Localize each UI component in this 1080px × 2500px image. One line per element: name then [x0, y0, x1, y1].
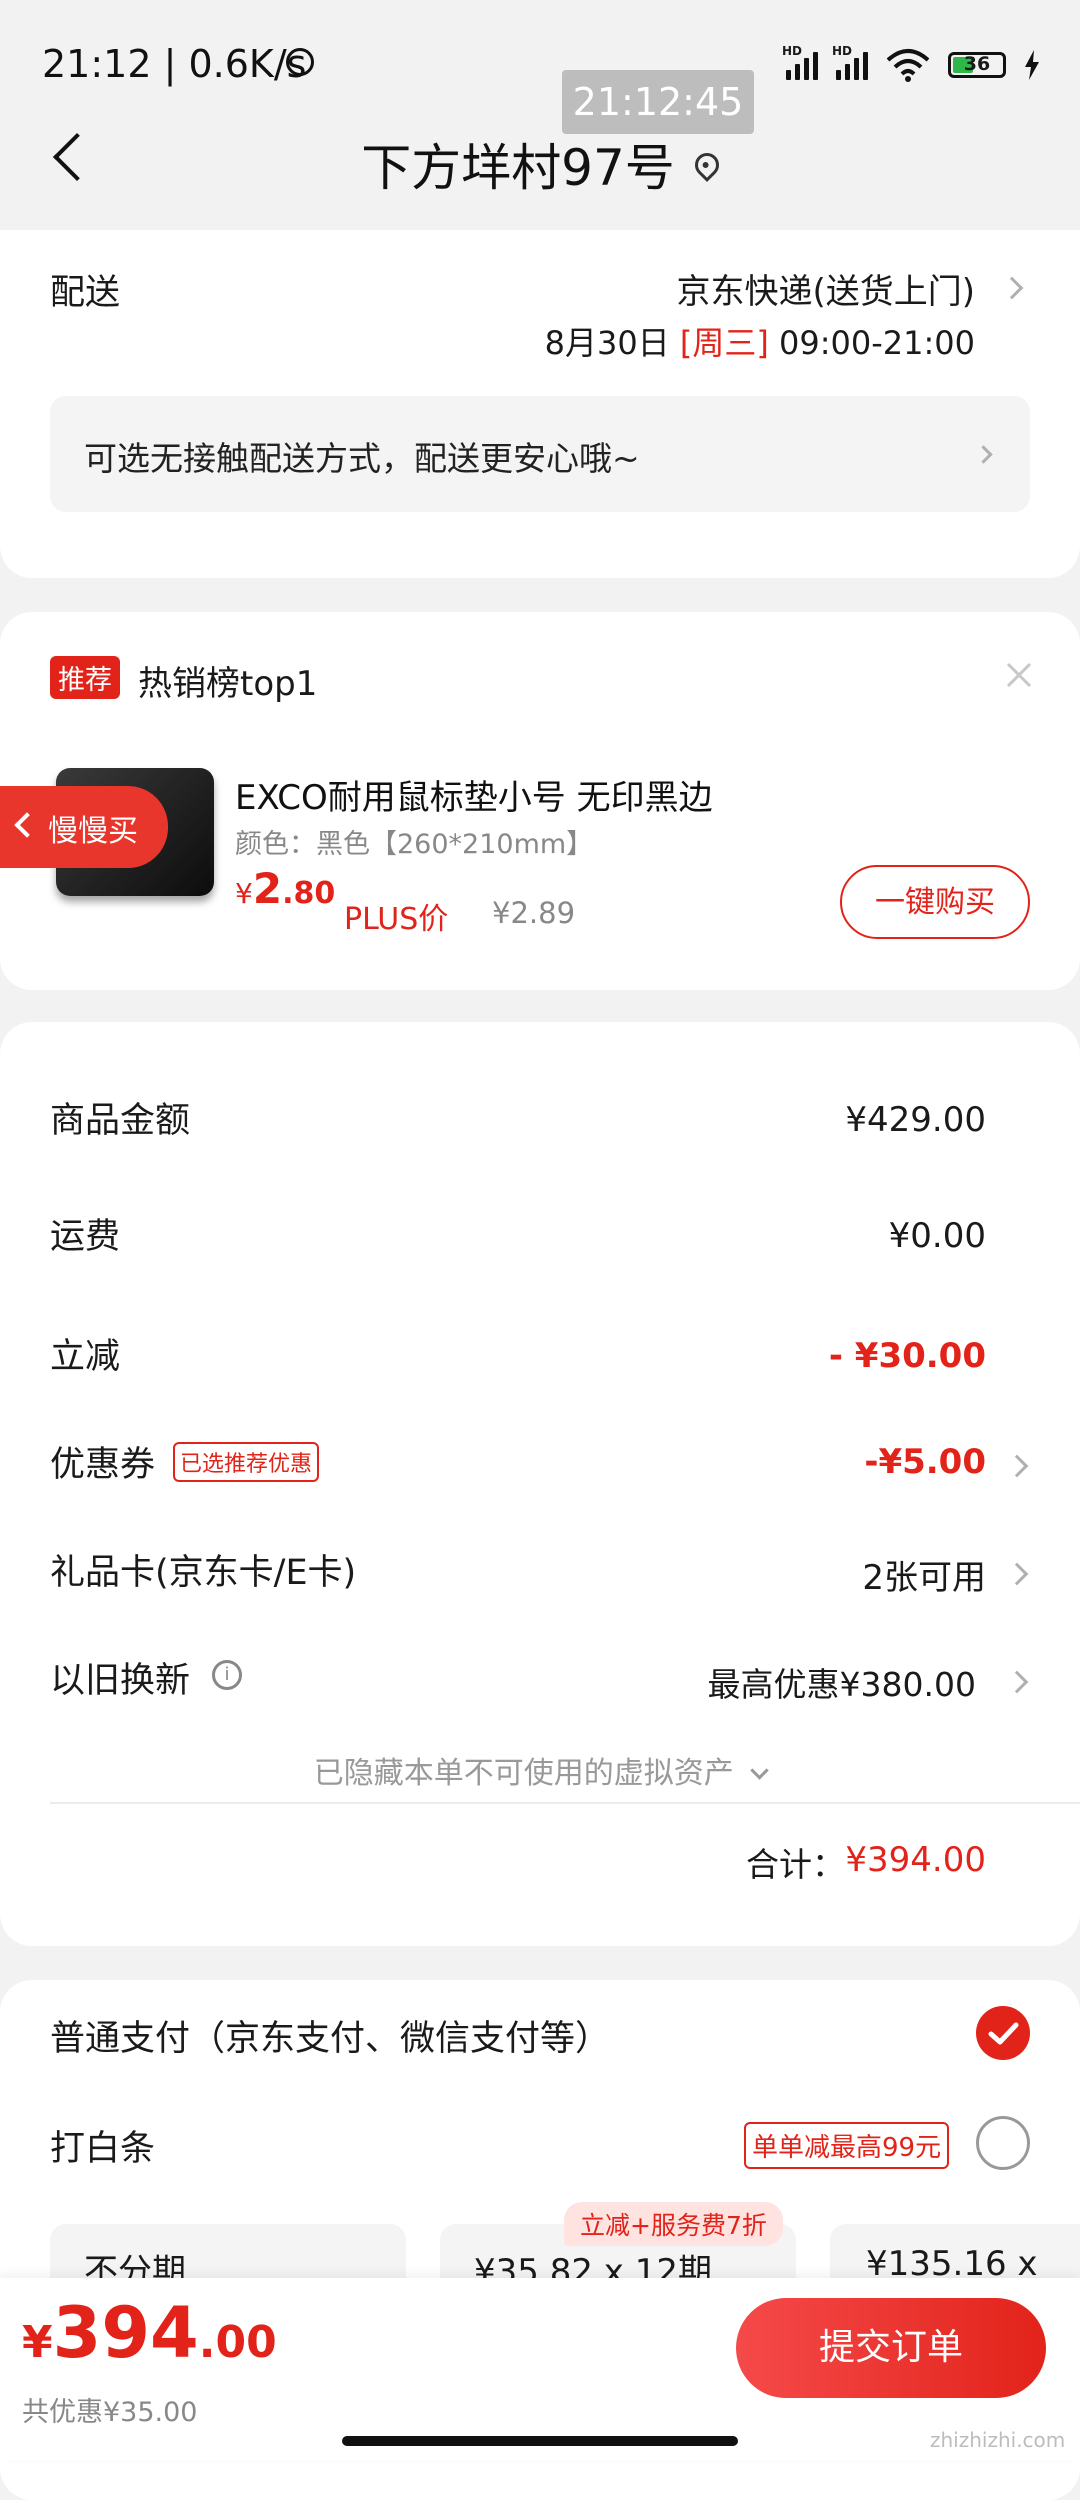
- delivery-card: 配送 京东快递(送货上门) 8月30日 [周三] 09:00-21:00 可选无…: [0, 230, 1080, 578]
- location-pin-icon: [689, 148, 724, 182]
- delivery-weekday: [周三]: [679, 324, 769, 362]
- price-decimal: .80: [282, 876, 336, 911]
- total-value: ¥394.00: [845, 1840, 986, 1880]
- recommend-title: 热销榜top1: [138, 664, 318, 704]
- normal-pay-label[interactable]: 普通支付（京东支付、微信支付等）: [50, 2010, 610, 2061]
- charging-icon: [1025, 50, 1039, 80]
- status-icons: HD HD 36: [782, 44, 1040, 82]
- contactless-banner[interactable]: 可选无接触配送方式，配送更安心哦~: [50, 396, 1030, 512]
- chevron-down-icon: [750, 1761, 769, 1780]
- hidden-assets-note[interactable]: 已隐藏本单不可使用的虚拟资产: [0, 1748, 1080, 1792]
- one-click-buy-button[interactable]: 一键购买: [840, 865, 1030, 939]
- giftcard-value[interactable]: 2张可用: [862, 1550, 986, 1599]
- promo-badge: 立减+服务费7折: [564, 2202, 783, 2246]
- recommend-tag: 推荐: [50, 656, 120, 699]
- chevron-left-icon: [14, 812, 40, 838]
- info-icon[interactable]: i: [212, 1660, 242, 1690]
- price-decimal: .00: [198, 2317, 277, 2368]
- page-title[interactable]: 下方垟村97号: [0, 128, 1080, 200]
- delivery-time[interactable]: 8月30日 [周三] 09:00-21:00: [545, 318, 975, 364]
- battery-level: 36: [963, 53, 991, 75]
- delivery-label: 配送: [50, 273, 121, 313]
- freight-value: ¥0.00: [888, 1216, 986, 1256]
- delivery-date: 8月30日: [544, 324, 670, 362]
- status-time: 21:12 | 0.6K/s: [42, 42, 307, 86]
- total-saved: 共优惠¥35.00: [22, 2397, 198, 2428]
- tradein-label[interactable]: 以旧换新: [50, 1652, 190, 1703]
- checked-radio-icon[interactable]: [976, 2006, 1030, 2060]
- chevron-right-icon: [1000, 276, 1024, 300]
- wifi-icon: [886, 49, 930, 82]
- floating-clock: 21:12:45: [562, 70, 754, 134]
- coupon-label[interactable]: 优惠券: [50, 1436, 155, 1487]
- watermark: zhizhizhi.com: [930, 2428, 1066, 2452]
- price-symbol: ¥: [22, 2317, 53, 2368]
- signal-icon: HD: [782, 44, 818, 80]
- signal-icon: HD: [832, 44, 868, 80]
- giftcard-label[interactable]: 礼品卡(京东卡/E卡): [50, 1544, 356, 1595]
- delivery-carrier[interactable]: 京东快递(送货上门): [676, 264, 975, 313]
- battery-icon: 36: [948, 52, 1006, 78]
- coupon-tag: 已选推荐优惠: [173, 1442, 320, 1482]
- discount-label: 立减: [50, 1337, 121, 1377]
- goods-amount-value: ¥429.00: [845, 1100, 986, 1140]
- baitiao-tag: 单单减最高99元: [744, 2122, 950, 2169]
- chevron-right-icon: [1005, 1454, 1029, 1478]
- freight-label: 运费: [50, 1217, 121, 1257]
- summary-card: 商品金额 ¥429.00 运费 ¥0.00 立减 - ¥30.00 优惠券 已选…: [0, 1022, 1080, 1946]
- discount-value: - ¥30.00: [828, 1336, 986, 1376]
- chevron-right-icon: [974, 445, 993, 464]
- total-label: 合计：: [746, 1845, 845, 1884]
- chevron-right-icon: [1005, 1670, 1029, 1694]
- close-icon[interactable]: [1004, 660, 1034, 690]
- price-integer: 394: [52, 2292, 199, 2374]
- contactless-text: 可选无接触配送方式，配送更安心哦~: [84, 439, 640, 478]
- product-name[interactable]: EXCO耐用鼠标垫小号 无印黑边: [235, 770, 713, 819]
- goods-amount-label: 商品金额: [50, 1101, 191, 1141]
- product-price: ¥2.80: [235, 864, 335, 913]
- slow-buy-label: 慢慢买: [48, 814, 138, 849]
- price-integer: 2: [252, 864, 283, 913]
- product-spec: 颜色：黑色【260*210mm】: [235, 829, 594, 860]
- price-symbol: ¥: [235, 877, 253, 910]
- submit-order-button[interactable]: 提交订单: [736, 2298, 1046, 2398]
- plus-price: ¥2.89: [492, 896, 576, 930]
- coupon-value[interactable]: -¥5.00: [864, 1442, 986, 1482]
- tradein-value[interactable]: 最高优惠¥380.00: [708, 1658, 976, 1706]
- chevron-right-icon: [1005, 1562, 1029, 1586]
- home-indicator: [342, 2436, 738, 2446]
- delivery-hours: 09:00-21:00: [779, 324, 975, 362]
- total-price: ¥394.00: [22, 2292, 277, 2374]
- recommend-card: 推荐 热销榜top1 EXCO耐用鼠标垫小号 无印黑边 颜色：黑色【260*21…: [0, 612, 1080, 990]
- address-title: 下方垟村97号: [361, 139, 675, 197]
- hidden-assets-text: 已隐藏本单不可使用的虚拟资产: [313, 1756, 734, 1791]
- plus-label: PLUS价: [344, 902, 449, 937]
- unchecked-radio-icon[interactable]: [976, 2116, 1030, 2170]
- slow-buy-tab[interactable]: 慢慢买: [0, 786, 168, 868]
- baitiao-label[interactable]: 打白条: [50, 2120, 155, 2171]
- alarm-icon: [286, 48, 314, 76]
- divider: [50, 1802, 1080, 1804]
